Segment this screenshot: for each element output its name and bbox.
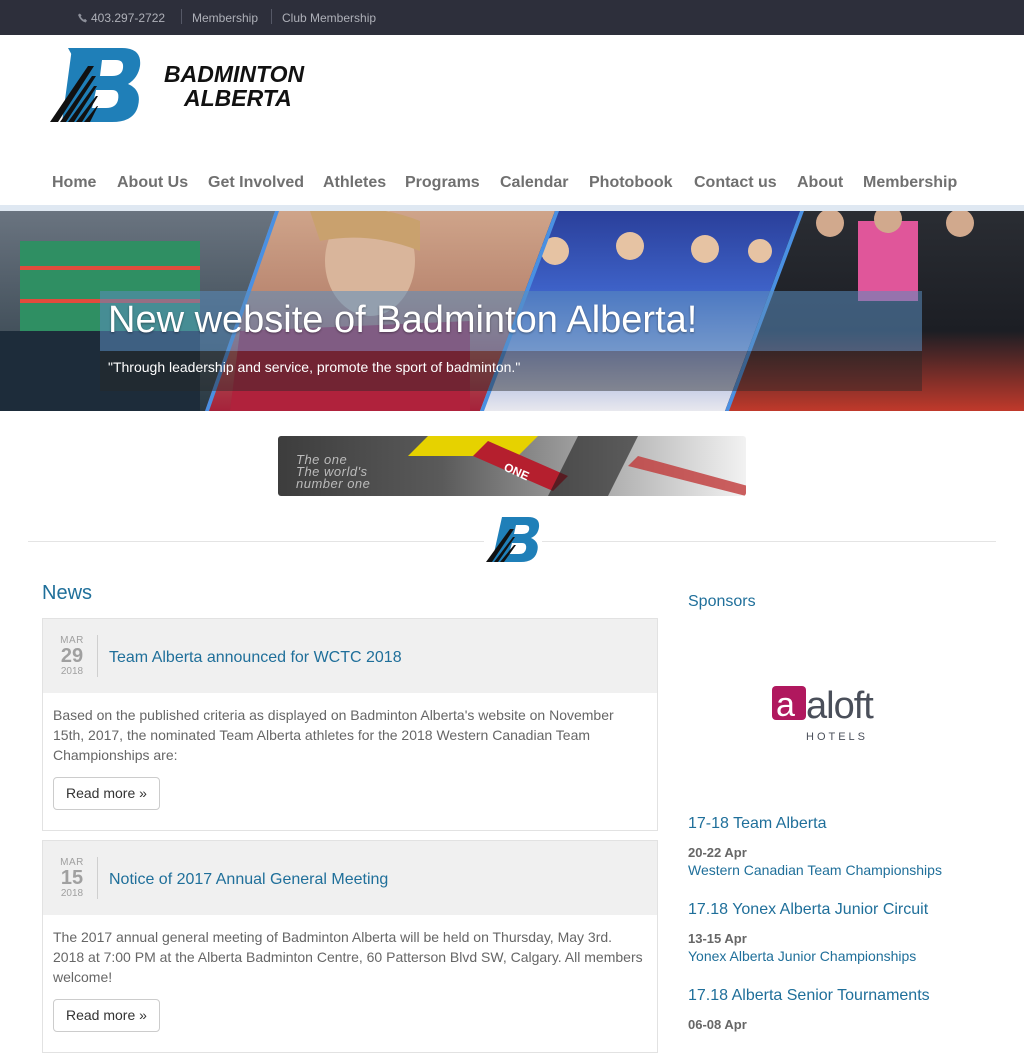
- aloft-name: aloft: [806, 685, 874, 727]
- ad-line-3: number one: [296, 476, 371, 491]
- badminton-b-icon: [486, 517, 540, 562]
- sidebar-section-title[interactable]: 17.18 Alberta Senior Tournaments: [688, 987, 988, 1005]
- topbar-separator: [271, 9, 272, 24]
- nav-programs[interactable]: Programs: [405, 174, 480, 192]
- nav-membership[interactable]: Membership: [863, 174, 957, 192]
- post-header: MAR 15 2018 Notice of 2017 Annual Genera…: [43, 841, 657, 915]
- aloft-sub: HOTELS: [806, 731, 868, 743]
- nav-contact-us[interactable]: Contact us: [694, 174, 777, 192]
- read-more-button[interactable]: Read more »: [53, 999, 160, 1032]
- divider-logo: [484, 515, 542, 565]
- logo-line-2: ALBERTA: [183, 85, 292, 111]
- yonex-ad-banner[interactable]: ONE The one The world's number one: [278, 436, 746, 496]
- post-year: 2018: [60, 888, 84, 899]
- post-date: MAR 15 2018: [57, 857, 87, 899]
- nav-home[interactable]: Home: [52, 174, 96, 192]
- date-separator: [97, 635, 98, 677]
- post-date: MAR 29 2018: [57, 635, 87, 677]
- nav-about[interactable]: About: [797, 174, 843, 192]
- post-day: 15: [60, 867, 84, 889]
- topbar-separator: [181, 9, 182, 24]
- sponsor-aloft-logo[interactable]: a aloft HOTELS: [770, 680, 900, 744]
- event-date: 13-15 Apr: [688, 931, 747, 946]
- nav-get-involved[interactable]: Get Involved: [208, 174, 304, 192]
- nav-about-us[interactable]: About Us: [117, 174, 188, 192]
- main-nav: Home About Us Get Involved Athletes Prog…: [0, 174, 1024, 194]
- post-day: 29: [60, 645, 84, 667]
- top-bar: 403.297-2722 Membership Club Membership: [0, 0, 1024, 35]
- nav-athletes[interactable]: Athletes: [323, 174, 386, 192]
- badminton-alberta-logo-icon: BADMINTON ALBERTA: [50, 48, 305, 122]
- sidebar-section-title[interactable]: 17-18 Team Alberta: [688, 815, 988, 833]
- event-link[interactable]: Western Canadian Team Championships: [688, 862, 988, 878]
- phone-contact[interactable]: 403.297-2722: [78, 11, 165, 25]
- post-title-link[interactable]: Team Alberta announced for WCTC 2018: [109, 649, 402, 667]
- ad-tagline: The one The world's number one: [296, 453, 371, 491]
- read-more-button[interactable]: Read more »: [53, 777, 160, 810]
- phone-icon: [78, 13, 87, 23]
- news-post: MAR 15 2018 Notice of 2017 Annual Genera…: [42, 840, 658, 1053]
- site-logo[interactable]: BADMINTON ALBERTA: [50, 46, 320, 126]
- nav-photobook[interactable]: Photobook: [589, 174, 673, 192]
- hero-quote: "Through leadership and service, promote…: [108, 359, 521, 375]
- sidebar-section: 17.18 Yonex Alberta Junior Circuit 13-15…: [688, 901, 988, 964]
- news-post: MAR 29 2018 Team Alberta announced for W…: [42, 618, 658, 831]
- sidebar-section: 17-18 Team Alberta 20-22 Apr Western Can…: [688, 815, 988, 878]
- svg-text:a: a: [776, 686, 795, 724]
- aloft-logo-icon: a aloft HOTELS: [772, 685, 875, 743]
- post-year: 2018: [60, 666, 84, 677]
- event-date: 20-22 Apr: [688, 845, 747, 860]
- event-link[interactable]: Yonex Alberta Junior Championships: [688, 948, 988, 964]
- phone-number: 403.297-2722: [91, 11, 166, 25]
- nav-calendar[interactable]: Calendar: [500, 174, 568, 192]
- event-date: 06-08 Apr: [688, 1017, 747, 1032]
- post-excerpt: Based on the published criteria as displ…: [53, 707, 614, 763]
- date-separator: [97, 857, 98, 899]
- logo-line-1: BADMINTON: [164, 61, 305, 87]
- sidebar-section: 17.18 Alberta Senior Tournaments 06-08 A…: [688, 987, 988, 1032]
- hero-title: New website of Badminton Alberta!: [108, 299, 698, 341]
- sponsors-heading: Sponsors: [688, 593, 756, 610]
- post-title-link[interactable]: Notice of 2017 Annual General Meeting: [109, 871, 388, 889]
- post-header: MAR 29 2018 Team Alberta announced for W…: [43, 619, 657, 693]
- sidebar-section-title[interactable]: 17.18 Yonex Alberta Junior Circuit: [688, 901, 988, 919]
- topbar-link-club-membership[interactable]: Club Membership: [282, 11, 376, 25]
- topbar-link-membership[interactable]: Membership: [192, 11, 258, 25]
- hero-slider[interactable]: New website of Badminton Alberta! "Throu…: [0, 211, 1024, 411]
- news-heading: News: [42, 582, 93, 604]
- post-excerpt: The 2017 annual general meeting of Badmi…: [53, 929, 643, 985]
